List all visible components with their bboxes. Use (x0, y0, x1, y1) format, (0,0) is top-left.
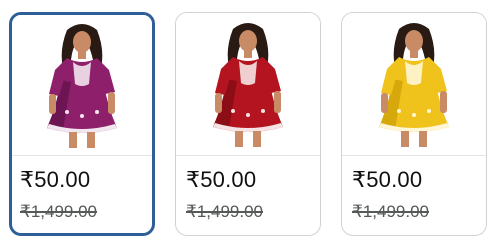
card-divider (342, 155, 486, 156)
color-variant-row: ₹50.00 ₹1,499.00 ₹50.00 ₹1,499.00 ₹50.00… (0, 0, 500, 244)
product-image-magenta (12, 15, 152, 155)
price-label: ₹50.00 (186, 167, 257, 192)
dress-image-yellow (379, 23, 449, 147)
card-divider (176, 155, 320, 156)
product-image-yellow (342, 13, 486, 155)
price-label: ₹50.00 (20, 167, 91, 192)
mrp-label: ₹1,499.00 (352, 202, 429, 221)
variant-card-red[interactable]: ₹50.00 ₹1,499.00 (175, 12, 321, 236)
dress-image-red (213, 23, 283, 147)
price-label: ₹50.00 (352, 167, 423, 192)
mrp-label: ₹1,499.00 (20, 202, 97, 221)
card-divider (12, 155, 152, 156)
variant-card-magenta[interactable]: ₹50.00 ₹1,499.00 (9, 12, 155, 236)
variant-card-yellow[interactable]: ₹50.00 ₹1,499.00 (341, 12, 487, 236)
product-image-red (176, 13, 320, 155)
dress-image-magenta (47, 24, 117, 148)
mrp-label: ₹1,499.00 (186, 202, 263, 221)
